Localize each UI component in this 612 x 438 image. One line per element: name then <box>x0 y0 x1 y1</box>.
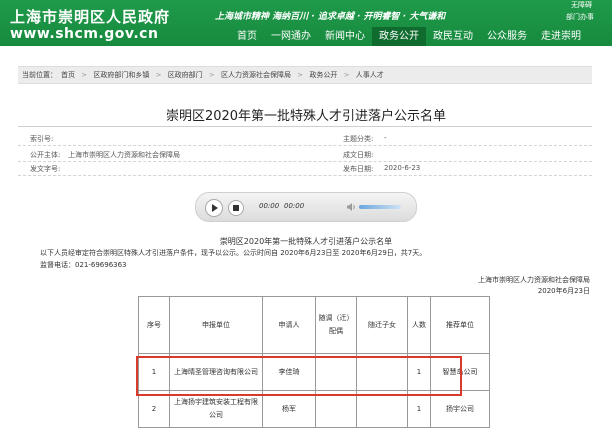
table-row: 2 上海扬宇建筑安装工程有限公司 杨军 1 扬宇公司 <box>138 390 490 428</box>
meta-divider <box>18 145 592 147</box>
created-date-label: 成文日期: <box>343 151 374 159</box>
volume-slider[interactable] <box>359 205 401 209</box>
breadcrumb-separator: > <box>208 71 215 79</box>
department-service-link[interactable]: 部门办事 <box>566 12 594 22</box>
breadcrumb: 当前位置： 首页 > 区政府部门和乡镇 > 区政府部门 > 区人力资源社会保障局 … <box>18 66 592 84</box>
published-date-value: 2020-6-23 <box>384 164 421 172</box>
table-header: 推荐单位 <box>430 296 490 354</box>
nav-about[interactable]: 走进崇明 <box>534 27 588 46</box>
notice-date: 2020年6月23日 <box>537 287 590 295</box>
accessibility-link[interactable]: 无障碍 <box>571 0 592 10</box>
meta-divider <box>18 175 592 177</box>
play-icon[interactable] <box>205 199 223 217</box>
nav-online-service[interactable]: 一网通办 <box>264 27 318 46</box>
volume-icon[interactable] <box>346 202 356 212</box>
table-cell: 上海扬宇建筑安装工程有限公司 <box>169 390 263 428</box>
table-cell: 扬宇公司 <box>430 390 490 428</box>
table-header: 随迁子女 <box>356 296 408 354</box>
breadcrumb-separator: > <box>155 71 162 79</box>
published-date-label: 发布日期: <box>343 165 374 173</box>
city-slogan: 上海城市精神 海纳百川 · 追求卓越 · 开明睿智 · 大气谦和 <box>215 12 446 22</box>
site-header: 上海市崇明区人民政府 www.shcm.gov.cn 上海城市精神 海纳百川 ·… <box>0 0 612 46</box>
table-cell <box>356 390 408 428</box>
notice-paragraph: 以下人员经审定符合崇明区特殊人才引进落户条件，现予以公示。公示时间自 2020年… <box>40 249 427 257</box>
notice-issuer: 上海市崇明区人力资源和社会保障局 <box>478 276 590 284</box>
site-name[interactable]: 上海市崇明区人民政府 <box>10 6 170 27</box>
table-cell: 1 <box>138 353 170 391</box>
site-url[interactable]: www.shcm.gov.cn <box>10 26 158 42</box>
breadcrumb-separator: > <box>297 71 304 79</box>
main-nav: 首页 一网通办 新闻中心 政务公开 政民互动 公众服务 走进崇明 <box>230 27 588 46</box>
table-cell: 智慧岛公司 <box>430 353 490 391</box>
nav-gov-affairs[interactable]: 政务公开 <box>372 27 426 46</box>
breadcrumb-item[interactable]: 政务公开 <box>309 71 337 79</box>
supervision-phone: 监督电话：021-69696363 <box>40 261 127 269</box>
breadcrumb-prefix: 当前位置： <box>22 71 57 79</box>
breadcrumb-item[interactable]: 人事人才 <box>356 71 384 79</box>
top-links: 无障碍 <box>571 0 592 10</box>
table-cell: 上海晴圣管理咨询有限公司 <box>169 353 263 391</box>
breadcrumb-separator: > <box>343 71 350 79</box>
topic-value: - <box>384 134 387 142</box>
table-cell: 1 <box>407 353 431 391</box>
table-cell: 1 <box>407 390 431 428</box>
table-cell <box>356 353 408 391</box>
table-header: 序号 <box>138 296 170 354</box>
publisher-label: 公开主体: <box>30 151 61 159</box>
applicant-table: 序号 申报单位 申请人 随调（迁）配偶 随迁子女 人数 推荐单位 1 上海晴圣管… <box>138 296 490 428</box>
article-title: 崇明区2020年第一批特殊人才引进落户公示名单 <box>165 109 447 124</box>
table-cell: 李佳琦 <box>262 353 316 391</box>
nav-home[interactable]: 首页 <box>230 27 264 46</box>
table-header-row: 序号 申报单位 申请人 随调（迁）配偶 随迁子女 人数 推荐单位 <box>138 296 490 354</box>
table-header: 申请人 <box>262 296 316 354</box>
table-cell <box>315 353 357 391</box>
nav-public-service[interactable]: 公众服务 <box>480 27 534 46</box>
total-time: 00:00 <box>284 202 305 210</box>
table-cell <box>315 390 357 428</box>
current-time: 00:00 <box>259 202 280 210</box>
table-cell: 2 <box>138 390 170 428</box>
table-cell: 杨军 <box>262 390 316 428</box>
breadcrumb-item[interactable]: 区政府部门 <box>168 71 203 79</box>
table-row: 1 上海晴圣管理咨询有限公司 李佳琦 1 智慧岛公司 <box>138 353 490 391</box>
stop-icon[interactable] <box>228 200 244 216</box>
publisher-value: 上海市崇明区人力资源和社会保障局 <box>68 151 180 159</box>
breadcrumb-item[interactable]: 区政府部门和乡镇 <box>93 71 149 79</box>
table-header: 人数 <box>407 296 431 354</box>
table-header: 申报单位 <box>169 296 263 354</box>
title-divider <box>18 126 592 127</box>
table-header: 随调（迁）配偶 <box>315 296 357 354</box>
meta-divider <box>18 161 592 163</box>
breadcrumb-item[interactable]: 首页 <box>61 71 75 79</box>
audio-player: 00:00 00:00 <box>195 192 417 222</box>
topic-label: 主题分类: <box>343 135 374 143</box>
notice-heading: 崇明区2020年第一批特殊人才引进落户公示名单 <box>219 237 393 246</box>
nav-interaction[interactable]: 政民互动 <box>426 27 480 46</box>
nav-news[interactable]: 新闻中心 <box>318 27 372 46</box>
breadcrumb-item[interactable]: 区人力资源社会保障局 <box>221 71 291 79</box>
doc-number-label: 发文字号: <box>30 165 61 173</box>
breadcrumb-separator: > <box>81 71 88 79</box>
index-label: 索引号: <box>30 135 54 143</box>
